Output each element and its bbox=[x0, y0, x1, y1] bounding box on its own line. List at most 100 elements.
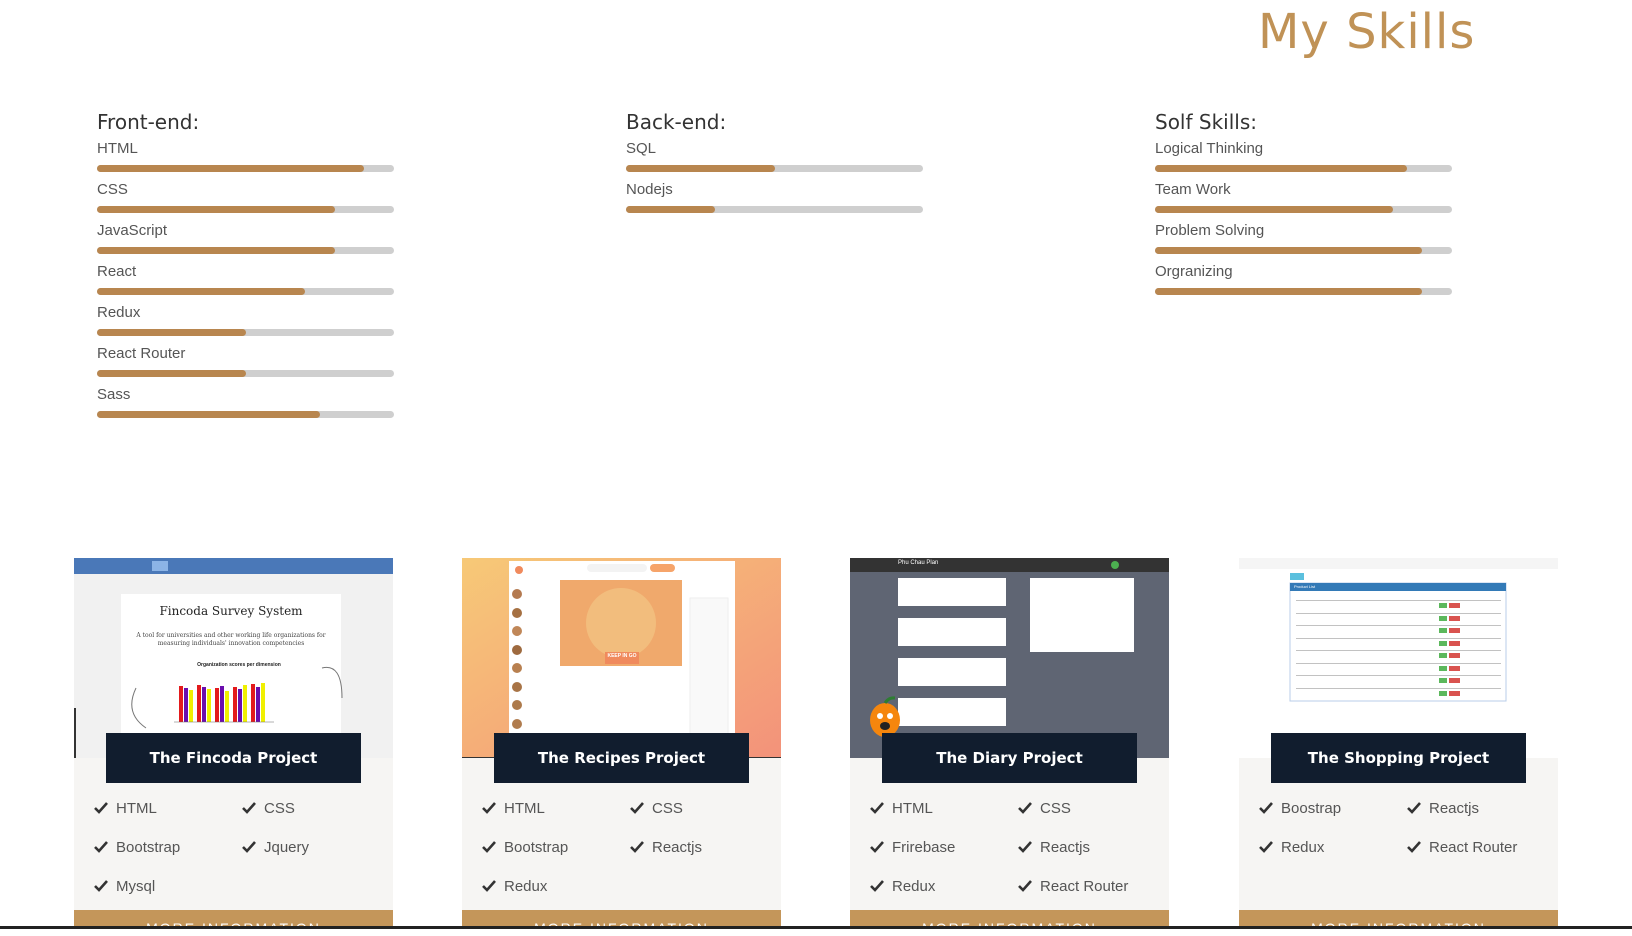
backend-skills: Back-end: SQL Nodejs bbox=[626, 110, 926, 222]
check-icon bbox=[242, 841, 256, 853]
project-screenshot: Fincoda Survey System A tool for univers… bbox=[74, 558, 393, 758]
tag-item: Boostrap bbox=[1259, 798, 1407, 818]
skill-bar-fill bbox=[97, 329, 246, 336]
tag-item: Reactjs bbox=[1407, 798, 1547, 818]
project-title: The Diary Project bbox=[882, 733, 1137, 783]
skill-name: Logical Thinking bbox=[1155, 140, 1264, 157]
skill-row: Logical Thinking bbox=[1155, 140, 1455, 181]
tag-label: Reactjs bbox=[1040, 838, 1091, 856]
skill-bar bbox=[1155, 288, 1452, 295]
skill-row: SQL bbox=[626, 140, 926, 181]
project-title: The Fincoda Project bbox=[106, 733, 361, 783]
tag-item: CSS bbox=[630, 798, 770, 818]
tag-item: CSS bbox=[242, 798, 382, 818]
skill-row: JavaScript bbox=[97, 222, 397, 263]
skill-bar-fill bbox=[626, 165, 775, 172]
skill-bar-fill bbox=[97, 165, 365, 172]
project-screenshot: Phu Chau Plan bbox=[850, 558, 1169, 758]
preview-header: Phu Chau Plan bbox=[898, 560, 939, 566]
skill-bar bbox=[97, 247, 394, 254]
check-icon bbox=[1018, 802, 1032, 814]
preview-bar-chart bbox=[131, 666, 343, 729]
tag-item: Frirebase bbox=[870, 837, 1018, 857]
skill-name: SQL bbox=[626, 140, 657, 157]
skill-bar bbox=[626, 165, 923, 172]
skill-bar bbox=[97, 370, 394, 377]
check-icon bbox=[1259, 802, 1273, 814]
skill-name: JavaScript bbox=[97, 222, 168, 239]
skill-bar bbox=[1155, 206, 1452, 213]
skill-bar bbox=[97, 329, 394, 336]
tag-item: Reactjs bbox=[1018, 837, 1158, 857]
tag-label: Reactjs bbox=[652, 838, 703, 856]
project-card-fincoda[interactable]: Fincoda Survey System A tool for univers… bbox=[74, 558, 393, 936]
skill-bar bbox=[97, 165, 394, 172]
skill-name: Orgranizing bbox=[1155, 263, 1233, 280]
project-card-shopping[interactable]: Product List The Shopping Project Boostr… bbox=[1239, 558, 1558, 936]
project-tags: HTML CSS Frirebase Reactjs Redux React R… bbox=[870, 798, 1160, 896]
skill-name: Problem Solving bbox=[1155, 222, 1265, 239]
skill-name: React Router bbox=[97, 345, 186, 362]
tag-item: CSS bbox=[1018, 798, 1158, 818]
tag-label: Boostrap bbox=[1281, 799, 1342, 817]
check-icon bbox=[870, 880, 884, 892]
check-icon bbox=[94, 841, 108, 853]
skill-row: Nodejs bbox=[626, 181, 926, 222]
skill-name: Redux bbox=[97, 304, 141, 321]
tag-item: HTML bbox=[870, 798, 1018, 818]
skill-bar bbox=[626, 206, 923, 213]
skill-bar-fill bbox=[97, 206, 335, 213]
backend-heading: Back-end: bbox=[626, 110, 727, 134]
tag-label: React Router bbox=[1040, 877, 1129, 895]
check-icon bbox=[870, 841, 884, 853]
tag-label: HTML bbox=[504, 799, 545, 817]
tag-item: React Router bbox=[1407, 837, 1547, 857]
skill-bar-fill bbox=[97, 288, 305, 295]
skill-name: CSS bbox=[97, 181, 128, 198]
tag-label: CSS bbox=[652, 799, 683, 817]
project-tags: Boostrap Reactjs Redux React Router bbox=[1259, 798, 1549, 857]
check-icon bbox=[482, 802, 496, 814]
project-tags: HTML CSS Bootstrap Reactjs Redux bbox=[482, 798, 772, 896]
skill-name: Team Work bbox=[1155, 181, 1231, 198]
skill-row: CSS bbox=[97, 181, 397, 222]
tag-label: React Router bbox=[1429, 838, 1518, 856]
tag-label: Jquery bbox=[264, 838, 310, 856]
skill-name: HTML bbox=[97, 140, 138, 157]
tag-item: Bootstrap bbox=[482, 837, 630, 857]
tag-label: CSS bbox=[1040, 799, 1071, 817]
skill-name: React bbox=[97, 263, 137, 280]
tag-item: Bootstrap bbox=[94, 837, 242, 857]
project-card-recipes[interactable]: KEEP IN GO The Recipes Project HTML CSS … bbox=[462, 558, 781, 936]
tag-label: HTML bbox=[892, 799, 933, 817]
skill-row: React Router bbox=[97, 345, 397, 386]
check-icon bbox=[1259, 841, 1273, 853]
check-icon bbox=[1407, 802, 1421, 814]
tag-item: React Router bbox=[1018, 876, 1158, 896]
skill-row: Problem Solving bbox=[1155, 222, 1455, 263]
skill-row: Redux bbox=[97, 304, 397, 345]
skill-row: Sass bbox=[97, 386, 397, 427]
skill-bar-fill bbox=[1155, 206, 1393, 213]
check-icon bbox=[870, 802, 884, 814]
skill-name: Sass bbox=[97, 386, 131, 403]
check-icon bbox=[630, 841, 644, 853]
tag-label: Frirebase bbox=[892, 838, 956, 856]
check-icon bbox=[94, 880, 108, 892]
tag-item: Jquery bbox=[242, 837, 382, 857]
check-icon bbox=[1407, 841, 1421, 853]
tag-label: Mysql bbox=[116, 877, 156, 895]
project-screenshot: KEEP IN GO bbox=[462, 558, 781, 758]
project-title: The Shopping Project bbox=[1271, 733, 1526, 783]
check-icon bbox=[1018, 841, 1032, 853]
tag-item: Redux bbox=[1259, 837, 1407, 857]
project-card-diary[interactable]: Phu Chau Plan The Diary Project HTML CSS… bbox=[850, 558, 1169, 936]
tag-item: Reactjs bbox=[630, 837, 770, 857]
preview-badge: KEEP IN GO bbox=[607, 653, 637, 659]
skill-row: HTML bbox=[97, 140, 397, 181]
project-title: The Recipes Project bbox=[494, 733, 749, 783]
check-icon bbox=[242, 802, 256, 814]
tag-label: Redux bbox=[892, 877, 936, 895]
skill-row: React bbox=[97, 263, 397, 304]
tag-label: Bootstrap bbox=[504, 838, 569, 856]
